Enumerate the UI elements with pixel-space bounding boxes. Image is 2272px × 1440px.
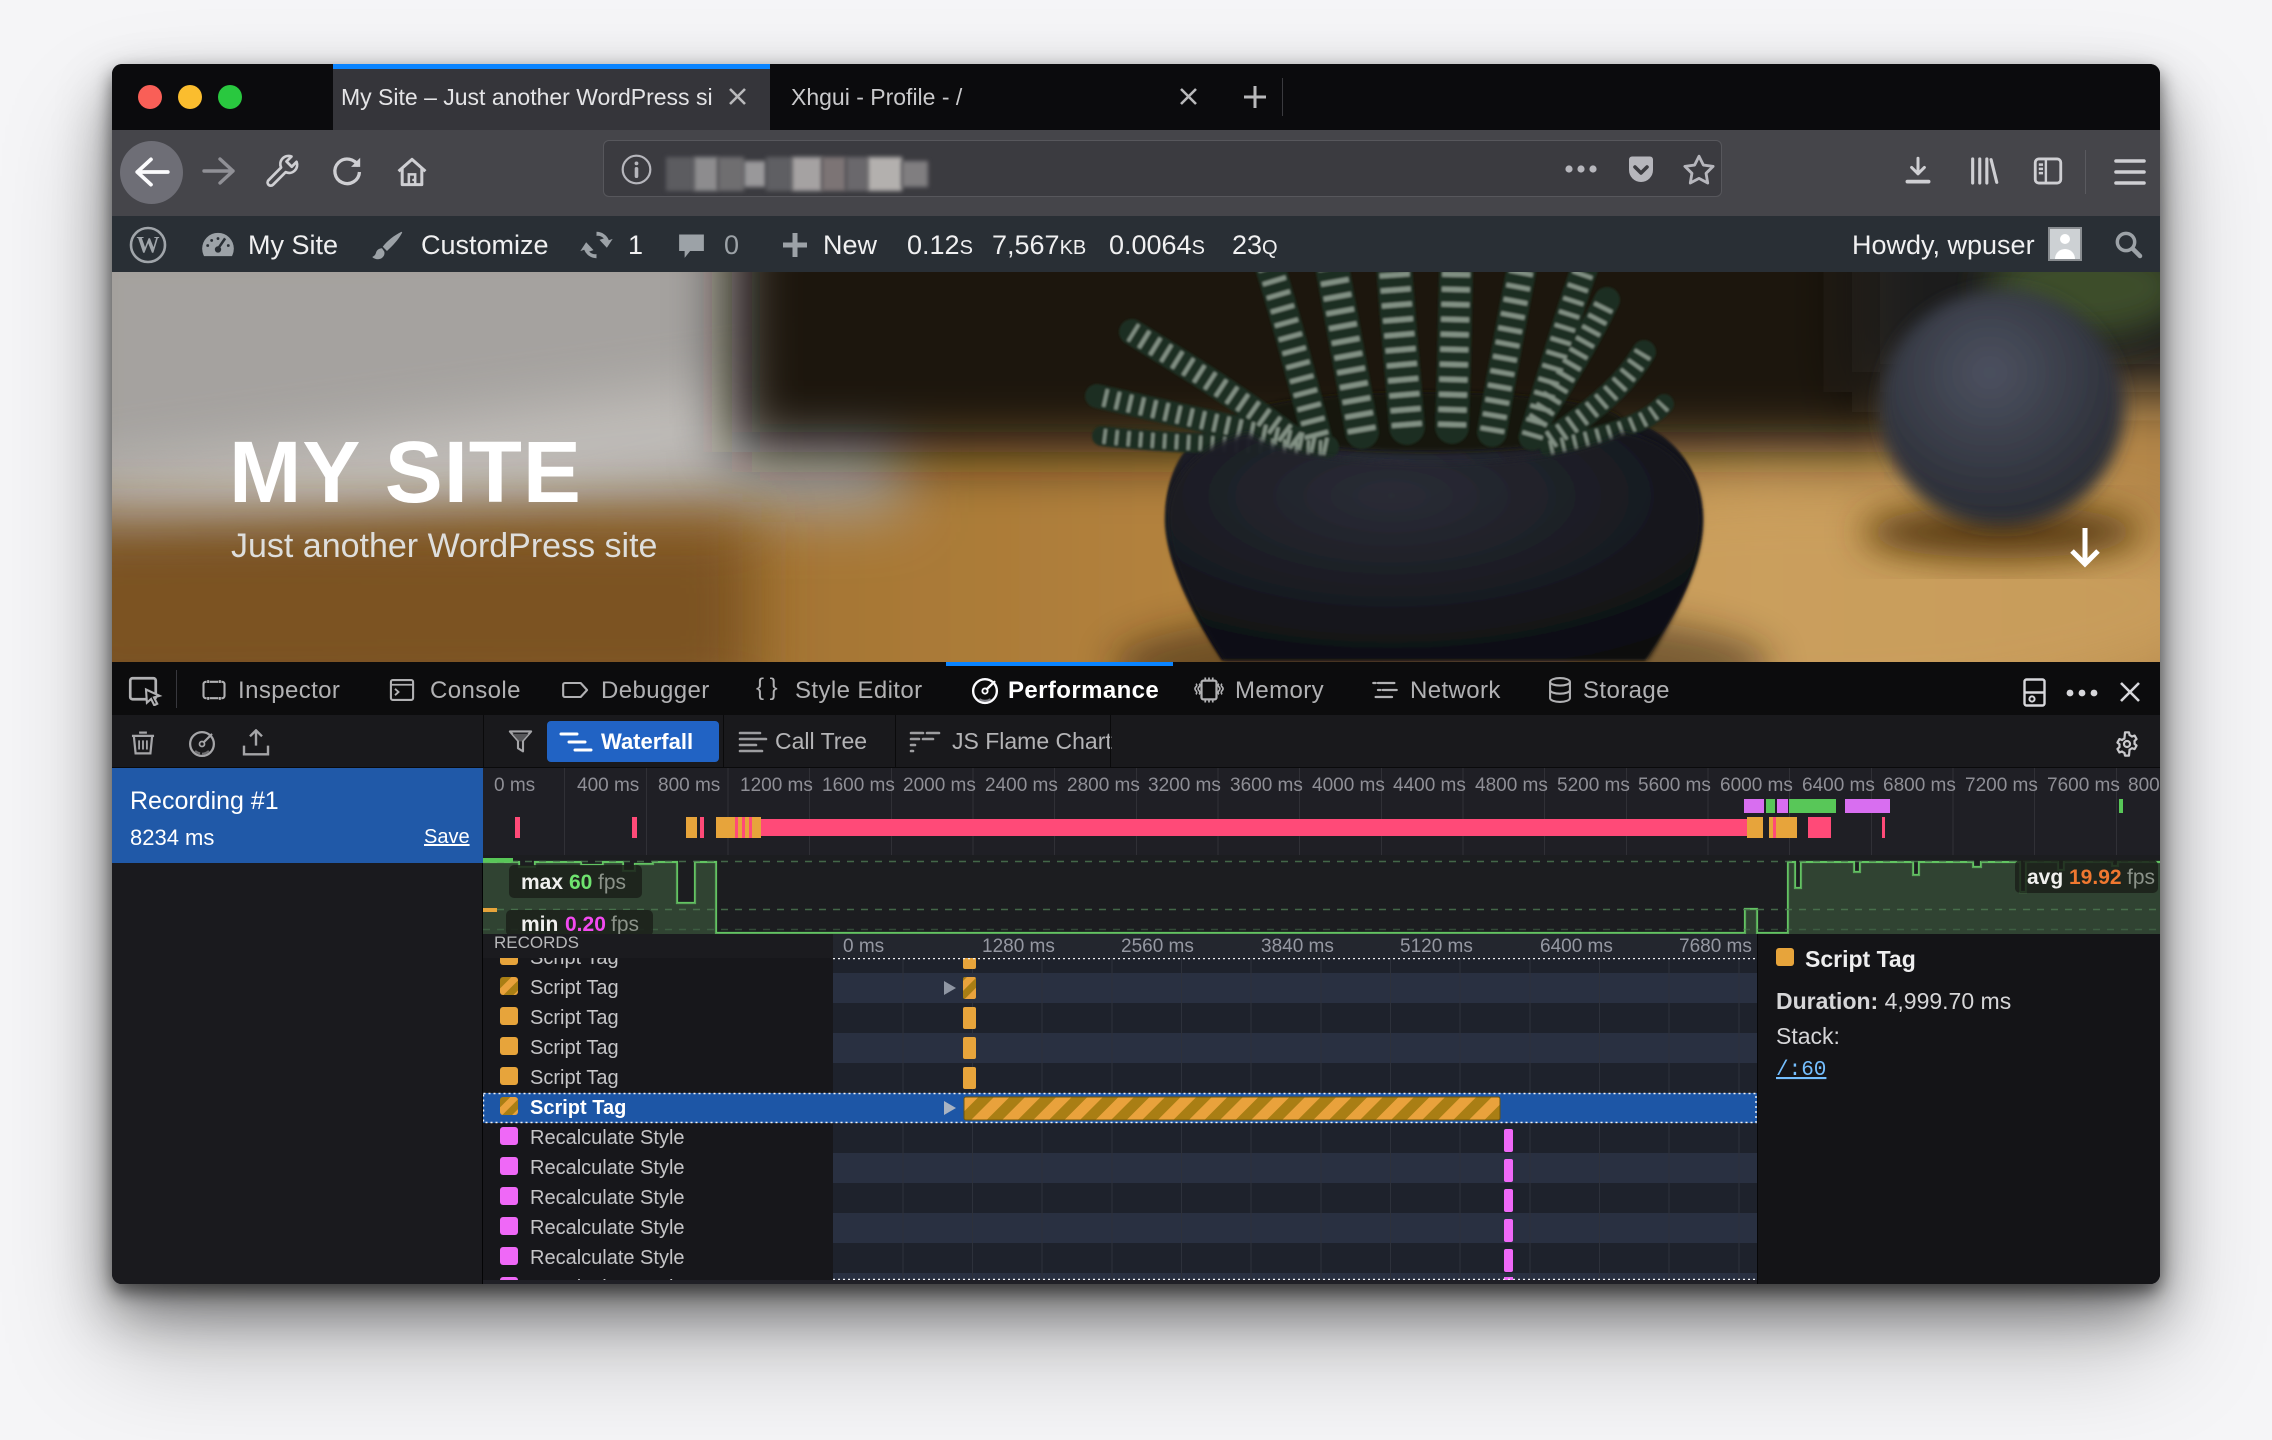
svg-text:5120 ms: 5120 ms [1400,936,1473,957]
svg-text:fps: fps [598,871,626,894]
svg-text:0 ms: 0 ms [494,775,535,796]
svg-text:4000 ms: 4000 ms [1312,775,1385,796]
svg-text:Script Tag: Script Tag [530,977,619,999]
svg-text:0 ms: 0 ms [843,936,884,957]
svg-text:2800 ms: 2800 ms [1067,775,1140,796]
svg-text:6400 ms: 6400 ms [1802,775,1875,796]
svg-text:Script Tag: Script Tag [530,1097,626,1119]
svg-text:Script Tag: Script Tag [530,1037,619,1059]
svg-text:7680 ms: 7680 ms [1679,936,1752,957]
svg-text:1280 ms: 1280 ms [982,936,1055,957]
svg-text:3600 ms: 3600 ms [1230,775,1303,796]
svg-text:7600 ms: 7600 ms [2047,775,2120,796]
svg-text:6800 ms: 6800 ms [1883,775,1956,796]
svg-text:800 ms: 800 ms [658,775,720,796]
svg-text:Recalculate Style: Recalculate Style [530,1187,685,1209]
svg-text:Recalculate Style: Recalculate Style [530,1157,685,1179]
svg-text:fps: fps [611,913,639,936]
svg-text:2400 ms: 2400 ms [985,775,1058,796]
svg-text:Script Tag: Script Tag [530,1067,619,1089]
svg-text:5200 ms: 5200 ms [1557,775,1630,796]
svg-text:6400 ms: 6400 ms [1540,936,1613,957]
svg-text:7200 ms: 7200 ms [1965,775,2038,796]
svg-text:1200 ms: 1200 ms [740,775,813,796]
svg-text:8000: 8000 [2128,775,2160,796]
svg-text:Duration: 4,999.70 ms: Duration: 4,999.70 ms [1776,988,2011,1014]
svg-text:Recalculate Style: Recalculate Style [530,1247,685,1269]
svg-text:3200 ms: 3200 ms [1148,775,1221,796]
svg-text:5600 ms: 5600 ms [1638,775,1711,796]
svg-text:4400 ms: 4400 ms [1393,775,1466,796]
svg-text:max: max [521,871,563,894]
svg-text:1600 ms: 1600 ms [822,775,895,796]
svg-text:avg: avg [2027,866,2063,889]
svg-text:Script Tag: Script Tag [530,1007,619,1029]
svg-text:RECORDS: RECORDS [494,933,579,952]
svg-text:19.92: 19.92 [2069,866,2122,889]
svg-text:2000 ms: 2000 ms [903,775,976,796]
svg-text:fps: fps [2127,866,2155,889]
svg-text:3840 ms: 3840 ms [1261,936,1334,957]
svg-text:4800 ms: 4800 ms [1475,775,1548,796]
svg-text:/:60: /:60 [1776,1059,1826,1082]
svg-text:6000 ms: 6000 ms [1720,775,1793,796]
svg-text:W: W [137,233,160,258]
svg-text:60: 60 [569,871,592,894]
svg-text:Recalculate Style: Recalculate Style [530,1127,685,1149]
svg-text:2560 ms: 2560 ms [1121,936,1194,957]
svg-text:Script Tag: Script Tag [1805,946,1916,972]
svg-text:Recalculate Style: Recalculate Style [530,1277,685,1284]
svg-text:Recalculate Style: Recalculate Style [530,1217,685,1239]
svg-text:Stack:: Stack: [1776,1023,1840,1049]
svg-text:400 ms: 400 ms [577,775,639,796]
